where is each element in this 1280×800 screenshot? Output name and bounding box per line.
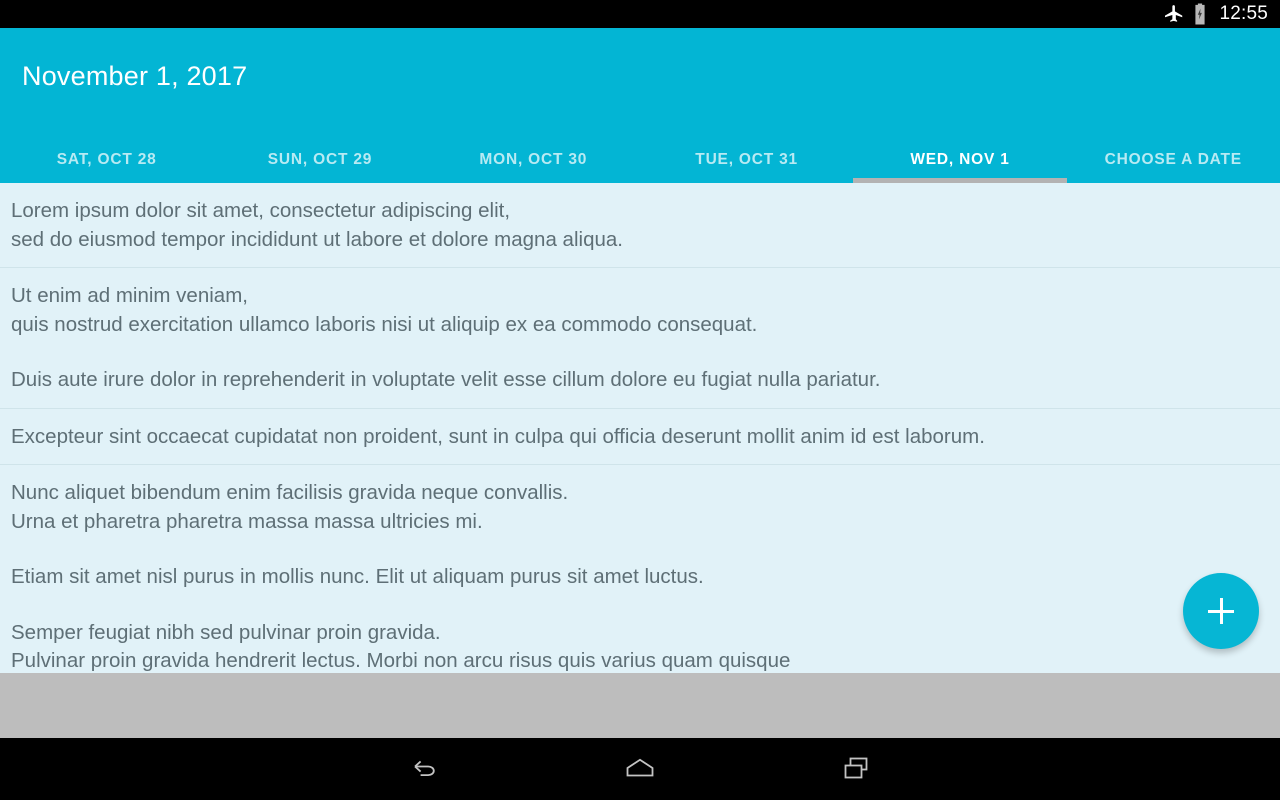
tab-sun-oct-29[interactable]: SUN, OCT 29	[213, 148, 426, 183]
home-icon	[626, 758, 654, 777]
list-item-text: sed do eiusmod tempor incididunt ut labo…	[11, 227, 623, 251]
app-bar: November 1, 2017 SAT, OCT 28 SUN, OCT 29…	[0, 28, 1280, 183]
airplane-mode-icon	[1165, 5, 1183, 22]
back-arrow-icon	[414, 760, 435, 776]
list-item[interactable]: Ut enim ad minim veniam, quis nostrud ex…	[0, 268, 1280, 409]
tab-label: CHOOSE A DATE	[1104, 151, 1242, 168]
list-item-text: quis nostrud exercitation ullamco labori…	[11, 312, 758, 336]
list-item-text: Urna et pharetra pharetra massa massa ul…	[11, 509, 483, 533]
list-item-text: Semper feugiat nibh sed pulvinar proin g…	[11, 620, 441, 644]
nav-back-button[interactable]	[378, 738, 468, 800]
tab-choose-a-date[interactable]: CHOOSE A DATE	[1067, 148, 1280, 183]
recent-apps-icon	[844, 757, 868, 779]
list-item[interactable]: Nunc aliquet bibendum enim facilisis gra…	[0, 465, 1280, 673]
list-item-text: Nunc aliquet bibendum enim facilisis gra…	[11, 481, 569, 504]
add-event-fab[interactable]	[1183, 573, 1259, 649]
list-item-text: Lorem ipsum dolor sit amet, consectetur …	[11, 199, 511, 222]
nav-home-button[interactable]	[595, 738, 685, 800]
event-list[interactable]: Lorem ipsum dolor sit amet, consectetur …	[0, 183, 1280, 673]
list-item-text: Etiam sit amet nisl purus in mollis nunc…	[11, 565, 704, 588]
tab-wed-nov-1[interactable]: WED, NOV 1	[853, 148, 1067, 183]
tab-label: MON, OCT 30	[479, 151, 588, 168]
tab-sat-oct-28[interactable]: SAT, OCT 28	[0, 148, 213, 183]
date-tab-strip[interactable]: SAT, OCT 28 SUN, OCT 29 MON, OCT 30 TUE,…	[0, 148, 1280, 183]
android-screen: 12:55 November 1, 2017 SAT, OCT 28 SUN, …	[0, 0, 1280, 800]
navigation-bar	[0, 738, 1280, 800]
tab-tue-oct-31[interactable]: TUE, OCT 31	[640, 148, 853, 183]
page-title: November 1, 2017	[22, 61, 248, 91]
list-item-text: Pulvinar proin gravida hendrerit lectus.…	[11, 649, 791, 672]
list-item-text: Duis aute irure dolor in reprehenderit i…	[11, 368, 881, 391]
list-item-text: Ut enim ad minim veniam,	[11, 284, 248, 307]
tab-label: SAT, OCT 28	[56, 151, 157, 168]
bottom-sheet-panel[interactable]	[0, 673, 1280, 738]
battery-charging-icon	[1195, 3, 1206, 25]
status-bar-clock: 12:55	[1219, 3, 1268, 24]
tab-label: TUE, OCT 31	[695, 151, 798, 168]
status-bar-icons: 12:55	[1163, 3, 1268, 25]
list-item-text: Excepteur sint occaecat cupidatat non pr…	[11, 424, 985, 448]
tab-label: SUN, OCT 29	[267, 151, 373, 168]
plus-icon	[1219, 598, 1223, 624]
tab-mon-oct-30[interactable]: MON, OCT 30	[427, 148, 640, 183]
tab-label: WED, NOV 1	[910, 151, 1010, 168]
list-item[interactable]: Excepteur sint occaecat cupidatat non pr…	[0, 409, 1280, 465]
status-bar: 12:55	[0, 0, 1280, 28]
list-item[interactable]: Lorem ipsum dolor sit amet, consectetur …	[0, 183, 1280, 268]
nav-recents-button[interactable]	[812, 738, 902, 800]
